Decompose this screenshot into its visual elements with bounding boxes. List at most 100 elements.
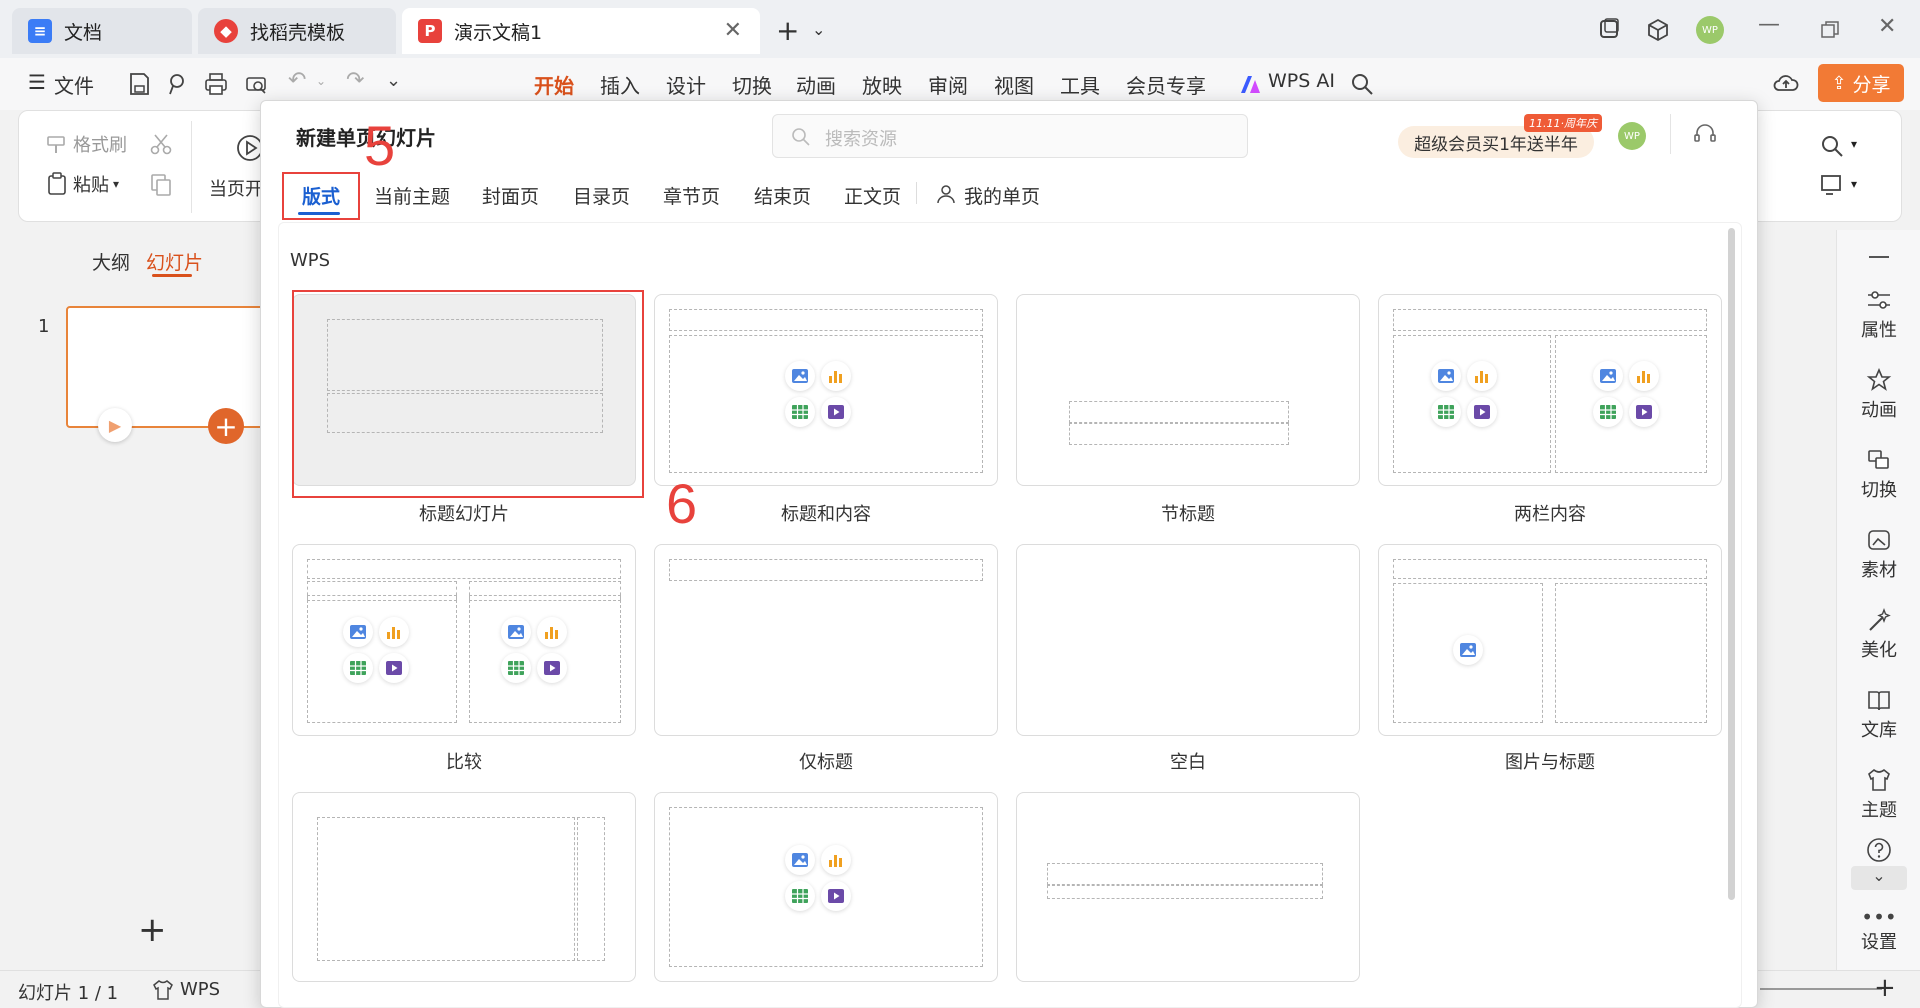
highlight-box-layout	[292, 290, 644, 498]
print-preview-icon[interactable]	[244, 72, 268, 96]
menu-design[interactable]: 设计	[666, 70, 706, 99]
tab-chapter[interactable]: 章节页	[663, 182, 720, 209]
layout-section-header[interactable]	[1016, 294, 1360, 486]
new-slide-icon[interactable]: +	[138, 910, 167, 950]
more-chevron-icon[interactable]: ⌄	[386, 70, 401, 91]
tab-docer[interactable]: ◆ 找稻壳模板	[198, 8, 396, 54]
scrollbar[interactable]	[1728, 228, 1735, 900]
select-icon[interactable]	[1819, 173, 1845, 199]
menu-view[interactable]: 视图	[994, 70, 1034, 99]
annotation-step-5: 5	[364, 114, 396, 177]
add-slide-button[interactable]: +	[208, 408, 244, 444]
layout-label: 节标题	[1161, 504, 1215, 525]
dialog-avatar[interactable]: WP	[1618, 122, 1646, 150]
file-menu[interactable]: 文件	[54, 70, 94, 99]
menu-tools[interactable]: 工具	[1060, 70, 1100, 99]
format-painter-button[interactable]: 格式刷	[45, 131, 127, 157]
picture-icon	[1593, 361, 1623, 391]
close-tab-icon[interactable]: ✕	[724, 18, 742, 43]
zoom-slider[interactable]	[1760, 988, 1882, 990]
sidebar-item-transition[interactable]: 切换	[1837, 448, 1920, 502]
sidebar-item-library[interactable]: 文库	[1837, 688, 1920, 742]
print-icon[interactable]	[204, 72, 228, 96]
zoom-in-icon[interactable]: +	[1874, 973, 1896, 1003]
save-icon[interactable]	[128, 72, 150, 96]
collapse-chevron-icon[interactable]: ⌄	[1851, 866, 1907, 890]
sidebar-item-properties[interactable]: 属性	[1837, 288, 1920, 342]
media-icons	[1593, 361, 1673, 441]
media-icons	[785, 361, 865, 441]
layout-comparison[interactable]	[292, 544, 636, 736]
help-icon[interactable]	[1865, 836, 1893, 864]
paste-button[interactable]: 粘贴 ▾	[45, 171, 119, 197]
sidebar-item-settings[interactable]: ••• 设置	[1837, 905, 1920, 954]
customer-service-icon[interactable]	[1692, 122, 1718, 148]
media-icons	[343, 617, 423, 697]
more-dots-icon: •••	[1861, 905, 1897, 929]
menu-review[interactable]: 审阅	[928, 70, 968, 99]
tab-list-chevron-icon[interactable]: ⌄	[812, 20, 825, 39]
tab-docs[interactable]: ≡ 文档	[12, 8, 192, 54]
slide-thumbnail[interactable]	[66, 306, 276, 428]
hamburger-icon[interactable]: ☰	[28, 70, 46, 94]
cloud-upload-icon[interactable]	[1772, 70, 1800, 96]
sidebar-item-materials[interactable]: 素材	[1837, 528, 1920, 582]
close-window-icon[interactable]: ✕	[1878, 14, 1896, 39]
cut-icon[interactable]	[149, 133, 173, 155]
tab-current-theme[interactable]: 当前主题	[374, 182, 450, 209]
menu-member[interactable]: 会员专享	[1126, 70, 1206, 99]
minimize-icon[interactable]: —	[1758, 12, 1780, 37]
window-layout-icon[interactable]	[1598, 18, 1620, 40]
layout-blank[interactable]	[1016, 544, 1360, 736]
find-icon[interactable]	[1819, 133, 1845, 159]
sidebar-item-beautify[interactable]: 美化	[1837, 608, 1920, 662]
layout-vertical-text[interactable]	[1016, 792, 1360, 982]
box-icon[interactable]	[1646, 18, 1670, 42]
tab-slides[interactable]: 幻灯片	[146, 248, 203, 275]
menu-home[interactable]: 开始	[534, 70, 574, 99]
chart-icon	[537, 617, 567, 647]
sidebar-item-theme[interactable]: 主题	[1837, 768, 1920, 822]
menu-animation[interactable]: 动画	[796, 70, 836, 99]
layout-two-content[interactable]	[1378, 294, 1722, 486]
tab-presentation[interactable]: P 演示文稿1 ✕	[402, 8, 760, 54]
restore-icon[interactable]	[1820, 20, 1840, 40]
search-input[interactable]: 搜索资源	[772, 114, 1248, 158]
layout-picture-caption[interactable]	[1378, 544, 1722, 736]
layout-label: 标题幻灯片	[419, 504, 509, 525]
select-chevron-icon[interactable]: ▾	[1851, 177, 1857, 191]
sidebar-item-animation[interactable]: 动画	[1837, 368, 1920, 422]
play-current-label[interactable]: 当页开	[209, 175, 263, 201]
tab-presentation-label: 演示文稿1	[454, 21, 543, 44]
layout-label: 仅标题	[799, 752, 853, 773]
export-pdf-icon[interactable]	[166, 72, 188, 96]
table-icon	[1593, 397, 1623, 427]
tab-cover[interactable]: 封面页	[482, 182, 539, 209]
layout-vertical-title[interactable]	[292, 792, 636, 982]
search-icon[interactable]	[1350, 72, 1374, 96]
menu-slideshow[interactable]: 放映	[862, 70, 902, 99]
copy-icon[interactable]	[149, 173, 173, 197]
tab-my-slides[interactable]: 我的单页	[964, 182, 1040, 209]
play-slide-button[interactable]: ▶	[98, 408, 132, 442]
theme-name[interactable]: WPS	[180, 979, 220, 1000]
menu-insert[interactable]: 插入	[600, 70, 640, 99]
layout-title-content[interactable]	[654, 294, 998, 486]
layout-content-only[interactable]	[654, 792, 998, 982]
undo-icon[interactable]: ↶	[288, 68, 306, 93]
redo-icon[interactable]: ↷	[346, 68, 364, 93]
tab-body[interactable]: 正文页	[844, 182, 901, 209]
undo-chevron-icon[interactable]: ⌄	[316, 74, 326, 88]
tab-toc[interactable]: 目录页	[573, 182, 630, 209]
tab-outline[interactable]: 大纲	[92, 248, 130, 275]
new-tab-icon[interactable]: +	[776, 14, 799, 47]
share-button[interactable]: ⇪ 分享	[1818, 64, 1904, 102]
docs-icon: ≡	[28, 19, 52, 43]
menu-transition[interactable]: 切换	[732, 70, 772, 99]
wps-ai-menu[interactable]: WPS AI	[1268, 70, 1335, 92]
layout-title-only[interactable]	[654, 544, 998, 736]
find-chevron-icon[interactable]: ▾	[1851, 137, 1857, 151]
tab-ending[interactable]: 结束页	[754, 182, 811, 209]
video-icon	[821, 881, 851, 911]
avatar[interactable]: WP	[1696, 16, 1724, 44]
